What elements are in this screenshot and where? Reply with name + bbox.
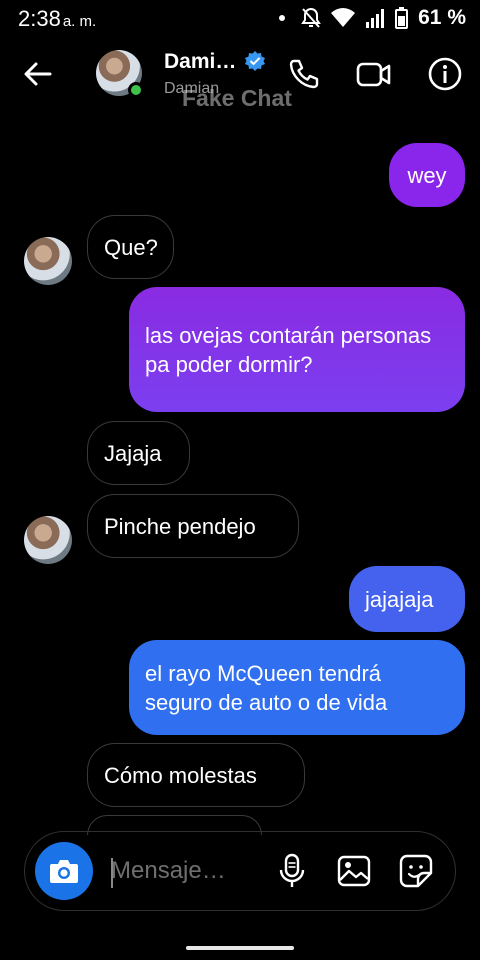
message-bubble-incoming[interactable]: Cómo molestas [87,743,305,807]
signal-icon [366,9,385,28]
notification-dot-icon [279,15,286,21]
watermark-text: Fake Chat [182,85,292,111]
message-text: el rayo McQueen tendrá seguro de auto o … [145,660,388,715]
message-text: wey [407,162,447,188]
message-bubble-incoming[interactable]: Que? [87,215,174,279]
message-text: jajajaja [365,586,434,612]
status-time-value: 2:38 [18,6,61,31]
message-bubble-outgoing[interactable]: jajajaja [349,566,465,632]
phone-icon[interactable] [286,56,322,92]
contact-name[interactable]: Dami… [164,50,236,74]
info-icon[interactable] [427,56,463,92]
status-ampm: a. m. [62,13,97,30]
message-text: Pinche pendejo [104,513,256,539]
message-bubble-outgoing[interactable]: wey [389,143,465,207]
status-icons: 61 % [279,6,466,30]
message-bubble-outgoing[interactable]: las ovejas contarán personas pa poder do… [129,287,465,412]
message-input[interactable] [111,854,251,888]
sender-avatar[interactable] [24,516,72,564]
message-text: Jajaja [104,440,162,466]
message-composer [24,831,456,911]
status-bar: 2:38 a. m. 61 % [0,0,480,38]
message-text: Cómo molestas [104,762,257,788]
online-status-icon [128,82,144,98]
message-bubble-incoming[interactable]: Pinche pendejo [87,494,299,558]
verified-badge-icon [245,51,265,71]
message-text: Que? [104,234,158,260]
wifi-icon [331,8,356,27]
camera-icon [50,860,78,883]
sticker-icon[interactable] [397,852,435,890]
microphone-icon[interactable] [273,852,311,890]
camera-button[interactable] [35,842,93,900]
image-icon[interactable] [335,852,373,890]
message-bubble-incoming[interactable]: Jajaja [87,421,190,485]
video-camera-icon[interactable] [356,56,392,92]
chat-header: Dami… Damian Fake Chat [0,38,480,111]
home-indicator[interactable] [186,946,294,950]
status-time: 2:38 a. m. [18,6,96,32]
battery-percent: 61 % [418,6,466,29]
battery-icon [395,7,409,29]
message-text: las ovejas contarán personas pa poder do… [145,322,432,377]
sender-avatar[interactable] [24,237,72,285]
message-bubble-outgoing[interactable]: el rayo McQueen tendrá seguro de auto o … [129,640,465,735]
mute-bell-icon [301,7,321,28]
contact-avatar[interactable] [96,50,144,98]
back-arrow-icon[interactable] [20,56,56,92]
